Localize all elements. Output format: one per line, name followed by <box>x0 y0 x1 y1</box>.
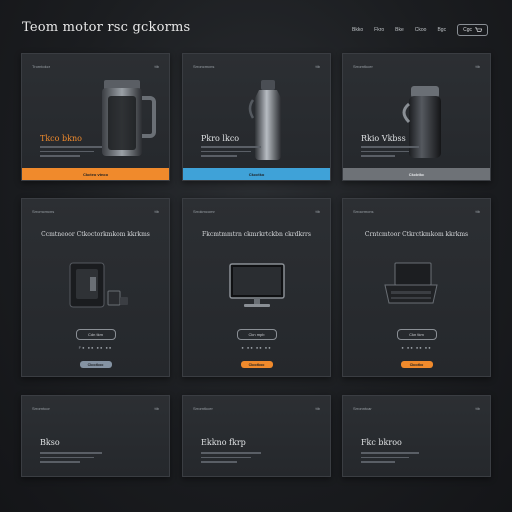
nav-item-1[interactable]: Bkko <box>352 27 363 33</box>
cart-button[interactable]: Cgc <box>457 24 488 36</box>
card-tag: Srrorntcor <box>32 406 50 411</box>
product-card-5[interactable]: Srrokmcomr ttb Fkcmtmmtrn ckmrkrtckbn ck… <box>182 198 331 377</box>
card-tag: Srrocrmcns <box>353 209 374 214</box>
console-icon <box>384 262 438 304</box>
nav-item-2[interactable]: Fkro <box>374 27 384 33</box>
main-nav: Bkko Fkro Bke Ckoo Bgc Cgc <box>352 24 488 36</box>
card-title: Bkso <box>40 438 60 447</box>
product-card-9[interactable]: Srronntcar ttb Fkc bkroo <box>342 395 491 477</box>
card-title: Ccmtneoor Ctkoctorkmkom kkrkms <box>41 231 150 238</box>
monitor-icon <box>229 263 285 307</box>
card-tag: Srroncmcns <box>193 64 215 69</box>
card-title: Pkro lkco <box>201 134 240 143</box>
nav-item-5[interactable]: Bgc <box>437 27 446 33</box>
card-description <box>361 146 433 160</box>
card-tag: Srronntcar <box>353 406 372 411</box>
card-title: Fkc bkroo <box>361 438 402 447</box>
card-badge: ttb <box>475 406 480 411</box>
cart-icon <box>475 27 482 32</box>
card-badge: ttb <box>154 406 159 411</box>
product-card-6[interactable]: Srrocrmcns ttb Crntcmtoor Ctkrctkmkom kk… <box>342 198 491 377</box>
card-title: Ekkno fkrp <box>201 438 246 447</box>
coffee-machine-icon <box>69 262 128 308</box>
rating-dots: ● ●● ●● ●● <box>401 345 432 350</box>
nav-item-3[interactable]: Bke <box>395 27 404 33</box>
card-tag: Srrcmcmcns <box>32 209 55 214</box>
card-title: Crntcmtoor Ctkrctkmkom kkrkms <box>364 231 469 238</box>
card-tag: Trorntokcr <box>32 64 51 69</box>
card-tag: Srrokmcomr <box>193 209 215 214</box>
card-tag: Srrorntkcer <box>193 406 213 411</box>
card-select-button[interactable]: Ckcctkoo <box>240 361 273 368</box>
card-title: Fkcmtmmtrn ckmrkrtckbn ckrdkrrs <box>202 231 311 238</box>
card-description <box>361 452 425 466</box>
brand-logo[interactable]: Teom motor rsc gckorms <box>22 20 190 35</box>
card-tag: Srrorntkcer <box>353 64 373 69</box>
product-card-1[interactable]: Trorntokcr ttb Tkco bkno Ckcteo vtnco <box>21 53 170 181</box>
product-card-7[interactable]: Srrorntcor ttb Bkso <box>21 395 170 477</box>
card-description <box>201 146 273 160</box>
product-card-8[interactable]: Srrorntkcer ttb Ekkno fkrp <box>182 395 331 477</box>
card-select-button[interactable]: Ckcctko <box>400 361 433 368</box>
card-badge: ttb <box>475 64 480 69</box>
card-badge: ttb <box>315 64 320 69</box>
card-badge: ttb <box>475 209 480 214</box>
top-bar: Teom motor rsc gckorms Bkko Fkro Bke Cko… <box>0 0 512 46</box>
variant-selector[interactable]: Ckn tkm <box>396 329 437 340</box>
card-cta-button[interactable]: Ckcbtkc <box>343 168 490 180</box>
card-title: Tkco bkno <box>40 134 82 143</box>
product-card-4[interactable]: Srrcmcmcns ttb Ccmtneoor Ctkoctorkmkom k… <box>21 198 170 377</box>
card-badge: ttb <box>315 209 320 214</box>
card-cta-button[interactable]: Ckcctko <box>183 168 330 180</box>
product-card-2[interactable]: Srroncmcns ttb Pkro lkco Ckcctko <box>182 53 331 181</box>
rating-dots: F● ●● ●● ●● <box>78 345 113 350</box>
card-badge: ttb <box>154 209 159 214</box>
card-badge: ttb <box>154 64 159 69</box>
card-cta-button[interactable]: Ckcteo vtnco <box>22 168 169 180</box>
card-description <box>40 452 104 466</box>
card-title: Rkio Vkbss <box>361 134 406 143</box>
rating-dots: ● ●● ●● ●● <box>241 345 272 350</box>
nav-item-4[interactable]: Ckoo <box>415 27 427 33</box>
cart-label: Cgc <box>463 27 472 33</box>
variant-selector[interactable]: Ckn mpb <box>236 329 277 340</box>
card-description <box>40 146 112 160</box>
variant-selector[interactable]: Cdn tkm <box>75 329 116 340</box>
card-description <box>201 452 265 466</box>
card-select-button[interactable]: Ckcctkoo <box>79 361 112 368</box>
product-card-3[interactable]: Srrorntkcer ttb Rkio Vkbss Ckcbtkc <box>342 53 491 181</box>
card-badge: ttb <box>315 406 320 411</box>
